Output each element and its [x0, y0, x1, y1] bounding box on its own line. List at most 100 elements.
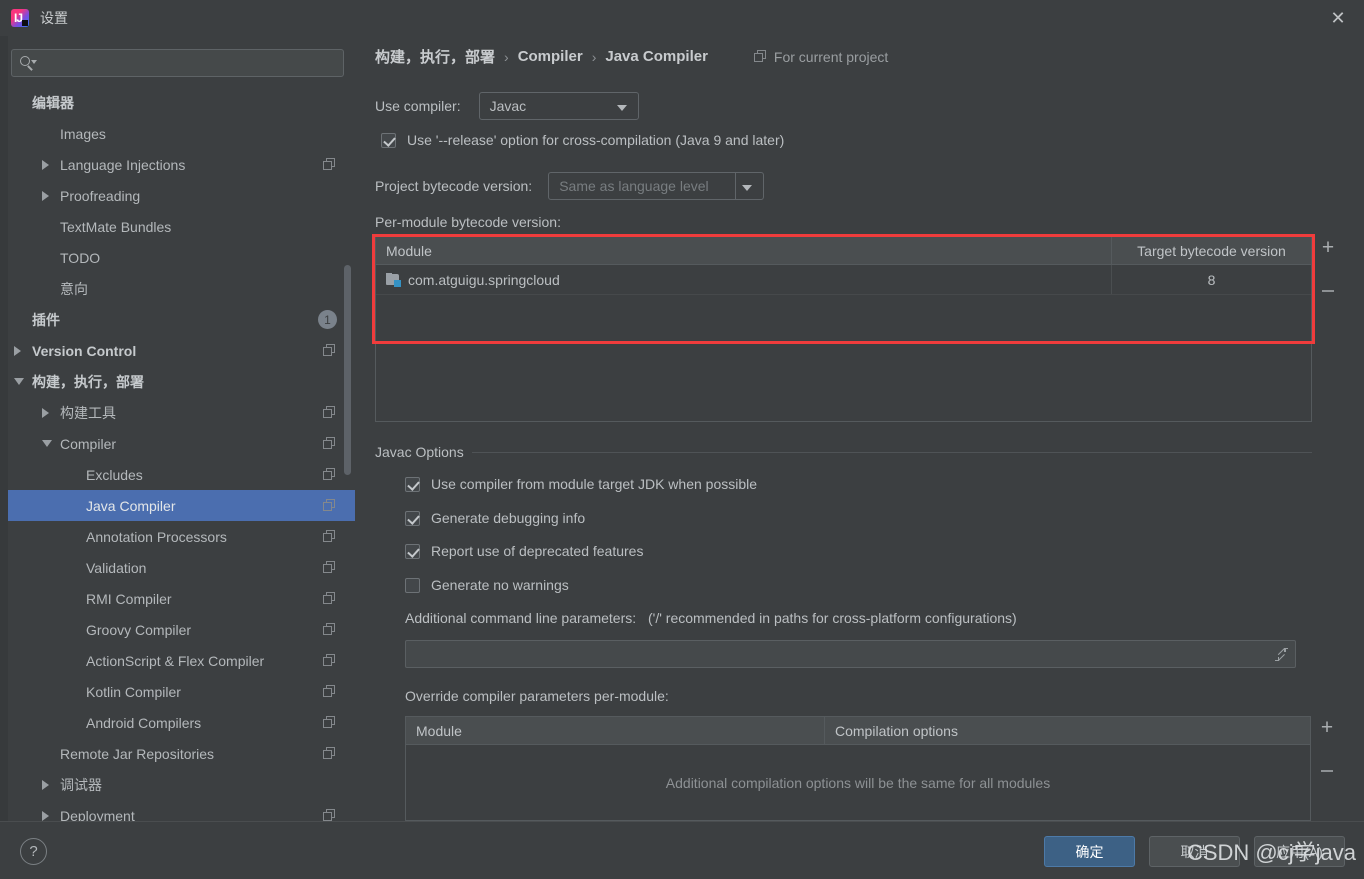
sidebar-item-annotation-processors[interactable]: Annotation Processors: [8, 521, 355, 552]
project-scope-text: For current project: [773, 48, 889, 65]
copy-settings-icon[interactable]: [323, 530, 336, 543]
search-input[interactable]: [41, 55, 343, 71]
sidebar-scrollbar[interactable]: [344, 265, 351, 475]
sidebar-item-validation[interactable]: Validation: [8, 552, 355, 583]
sidebar-item-remote-jar-repositories[interactable]: Remote Jar Repositories: [8, 738, 355, 769]
javac-option-row[interactable]: Report use of deprecated features: [405, 543, 643, 559]
additional-params-input[interactable]: [405, 640, 1296, 668]
sidebar-item-version-control[interactable]: Version Control: [8, 335, 355, 366]
chevron-down-icon: [616, 105, 627, 111]
remove-module-button[interactable]: [1317, 280, 1339, 302]
override-params-label-row: Override compiler parameters per-module:: [405, 688, 669, 704]
chevron-right-icon[interactable]: [14, 345, 21, 356]
copy-settings-icon[interactable]: [323, 468, 336, 481]
table-row[interactable]: com.atguigu.springcloud 8: [376, 265, 1311, 295]
sidebar-item-编辑器[interactable]: 编辑器: [8, 87, 355, 118]
use-compiler-value: Javac: [489, 98, 527, 114]
sidebar-item-language-injections[interactable]: Language Injections: [8, 149, 355, 180]
sidebar-item-textmate-bundles[interactable]: TextMate Bundles: [8, 211, 355, 242]
copy-settings-icon[interactable]: [323, 406, 336, 419]
chevron-right-icon[interactable]: [42, 810, 49, 821]
help-button[interactable]: ?: [20, 838, 47, 865]
sidebar-item-label: Android Compilers: [86, 714, 202, 731]
sidebar-item-调试器[interactable]: 调试器: [8, 769, 355, 800]
sidebar-item-images[interactable]: Images: [8, 118, 355, 149]
sidebar-item-groovy-compiler[interactable]: Groovy Compiler: [8, 614, 355, 645]
copy-settings-icon[interactable]: [323, 158, 336, 171]
javac-option-label: Use compiler from module target JDK when…: [431, 476, 758, 492]
javac-options-group-header: Javac Options: [375, 444, 1312, 460]
project-bytecode-dropdown[interactable]: Same as language level: [548, 172, 765, 200]
project-bytecode-label: Project bytecode version:: [375, 178, 533, 194]
sidebar-item-todo[interactable]: TODO: [8, 242, 355, 273]
ok-button[interactable]: 确定: [1044, 836, 1135, 867]
chevron-right-icon[interactable]: [42, 779, 49, 790]
copy-settings-icon[interactable]: [323, 437, 336, 450]
use-release-option-checkbox[interactable]: [381, 132, 396, 148]
sidebar-item-android-compilers[interactable]: Android Compilers: [8, 707, 355, 738]
copy-settings-icon[interactable]: [323, 654, 336, 667]
javac-option-row[interactable]: Use compiler from module target JDK when…: [405, 476, 757, 492]
sidebar-item-java-compiler[interactable]: Java Compiler: [8, 490, 355, 521]
copy-settings-icon[interactable]: [323, 747, 336, 760]
sidebar-item-label: Validation: [86, 559, 147, 576]
additional-params-label: Additional command line parameters:: [405, 610, 637, 626]
cell-target-bytecode[interactable]: 8: [1111, 265, 1311, 294]
intellij-idea-icon: IJ: [11, 9, 29, 27]
chevron-right-icon[interactable]: [42, 159, 49, 170]
close-icon[interactable]: ✕: [1324, 5, 1352, 31]
expand-editor-icon[interactable]: [1275, 648, 1288, 662]
chevron-right-icon[interactable]: [42, 407, 49, 418]
column-header-target-bytecode[interactable]: Target bytecode version: [1111, 237, 1311, 264]
add-override-button[interactable]: +: [1316, 716, 1338, 738]
javac-option-row[interactable]: Generate no warnings: [405, 577, 569, 593]
breadcrumb-item-2[interactable]: Compiler: [518, 48, 583, 65]
javac-option-checkbox[interactable]: [405, 577, 420, 593]
chevron-right-icon[interactable]: [42, 190, 49, 201]
sidebar-item-kotlin-compiler[interactable]: Kotlin Compiler: [8, 676, 355, 707]
sidebar-item-rmi-compiler[interactable]: RMI Compiler: [8, 583, 355, 614]
use-release-option-label: Use '--release' option for cross-compila…: [407, 132, 785, 148]
copy-settings-icon[interactable]: [323, 623, 336, 636]
column-header-compilation-options[interactable]: Compilation options: [824, 717, 1310, 744]
chevron-down-icon[interactable]: [14, 378, 24, 385]
sidebar-item-插件[interactable]: 插件 1: [8, 304, 355, 335]
javac-option-label: Report use of deprecated features: [431, 543, 644, 559]
sidebar-item-actionscript-flex-compiler[interactable]: ActionScript & Flex Compiler: [8, 645, 355, 676]
javac-option-checkbox[interactable]: [405, 510, 420, 526]
copy-settings-icon[interactable]: [323, 716, 336, 729]
sidebar-item-proofreading[interactable]: Proofreading: [8, 180, 355, 211]
javac-option-row[interactable]: Generate debugging info: [405, 510, 585, 526]
column-header-module[interactable]: Module: [376, 237, 1111, 264]
sidebar-item-label: TextMate Bundles: [60, 218, 172, 235]
sidebar-item-compiler[interactable]: Compiler: [8, 428, 355, 459]
javac-option-checkbox[interactable]: [405, 476, 420, 492]
copy-settings-icon[interactable]: [323, 592, 336, 605]
sidebar-item-构建工具[interactable]: 构建工具: [8, 397, 355, 428]
remove-override-button[interactable]: [1316, 760, 1338, 782]
breadcrumb-item-1[interactable]: 构建，执行，部署: [375, 46, 495, 67]
sidebar-item-excludes[interactable]: Excludes: [8, 459, 355, 490]
search-box[interactable]: [11, 49, 344, 77]
sidebar-item-构建-执行-部署[interactable]: 构建，执行，部署: [8, 366, 355, 397]
column-header-module[interactable]: Module: [406, 717, 824, 744]
cell-module[interactable]: com.atguigu.springcloud: [376, 265, 1111, 294]
copy-settings-icon[interactable]: [323, 685, 336, 698]
javac-option-checkbox[interactable]: [405, 543, 420, 559]
sidebar-item-deployment[interactable]: Deployment: [8, 800, 355, 821]
sidebar-item-意向[interactable]: 意向: [8, 273, 355, 304]
copy-settings-icon[interactable]: [323, 499, 336, 512]
breadcrumb: 构建，执行，部署 › Compiler › Java Compiler For …: [375, 46, 888, 67]
add-module-button[interactable]: +: [1317, 236, 1339, 258]
chevron-down-icon[interactable]: [42, 440, 52, 447]
sidebar-item-label: 调试器: [60, 776, 102, 793]
copy-settings-icon[interactable]: [323, 344, 336, 357]
copy-settings-icon[interactable]: [323, 809, 336, 821]
use-compiler-dropdown[interactable]: Javac: [478, 92, 639, 120]
javac-option-label: Generate debugging info: [431, 510, 586, 526]
left-edge-strip: [0, 36, 8, 821]
use-compiler-label: Use compiler:: [375, 98, 461, 114]
sidebar-item-label: Kotlin Compiler: [86, 683, 181, 700]
use-release-option-row[interactable]: Use '--release' option for cross-compila…: [381, 132, 784, 148]
copy-settings-icon[interactable]: [323, 561, 336, 574]
